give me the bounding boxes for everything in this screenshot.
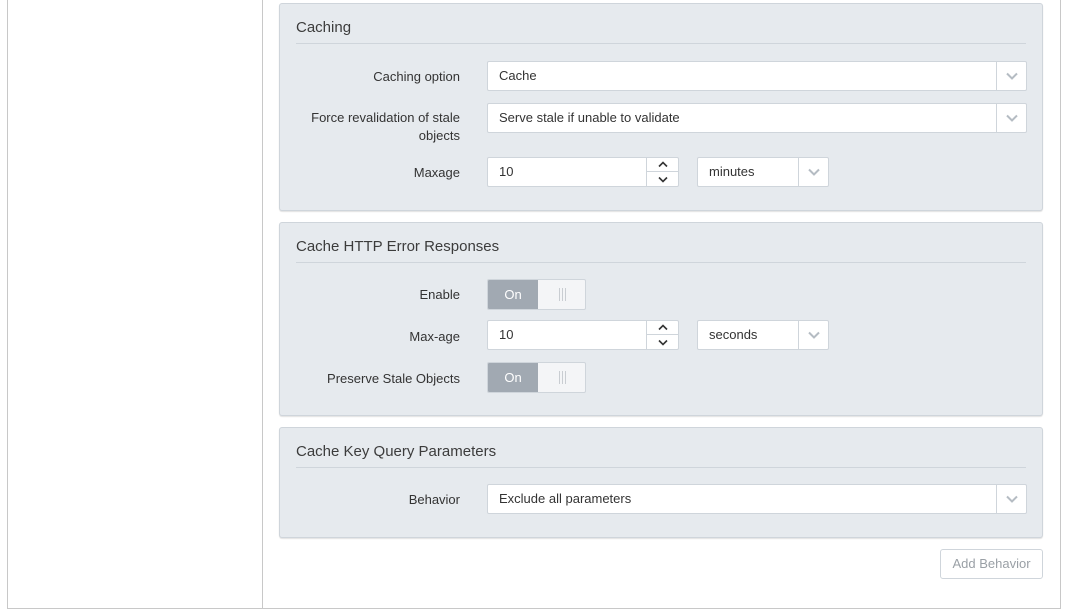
- chevron-down-icon[interactable]: [996, 104, 1026, 132]
- cache-key-panel: Cache Key Query Parameters Behavior Excl…: [279, 427, 1043, 538]
- max-age-unit-select[interactable]: seconds: [697, 320, 829, 350]
- chevron-down-icon[interactable]: [647, 172, 678, 186]
- maxage-value: 10: [499, 164, 514, 179]
- divider: [296, 467, 1026, 468]
- grip-icon: [538, 363, 585, 392]
- behavior-select[interactable]: Exclude all parameters: [487, 484, 1027, 514]
- max-age-stepper[interactable]: 10: [487, 320, 679, 350]
- left-navigation-pane: [7, 0, 263, 608]
- max-age-label: Max-age: [409, 329, 460, 344]
- add-behavior-button[interactable]: Add Behavior: [940, 549, 1043, 579]
- maxage-unit-value: minutes: [709, 164, 755, 179]
- revalidation-value: Serve stale if unable to validate: [499, 110, 680, 125]
- grip-icon: [538, 280, 585, 309]
- enable-label: Enable: [419, 287, 460, 302]
- divider: [296, 262, 1026, 263]
- behavior-value: Exclude all parameters: [499, 491, 632, 506]
- chevron-up-icon[interactable]: [647, 321, 678, 335]
- caching-panel: Caching Caching option Cache Force reval…: [279, 3, 1043, 211]
- chevron-down-icon[interactable]: [798, 321, 828, 349]
- chevron-down-icon[interactable]: [647, 335, 678, 349]
- revalidation-select[interactable]: Serve stale if unable to validate: [487, 103, 1027, 133]
- chevron-down-icon[interactable]: [996, 62, 1026, 90]
- maxage-stepper[interactable]: 10: [487, 157, 679, 187]
- panel-title: Caching: [296, 19, 352, 36]
- toggle-on-label: On: [488, 280, 538, 309]
- max-age-value: 10: [499, 327, 514, 342]
- toggle-on-label: On: [488, 363, 538, 392]
- caching-option-label: Caching option: [373, 69, 460, 84]
- spinner: [646, 158, 678, 186]
- error-responses-panel: Cache HTTP Error Responses Enable On Max…: [279, 222, 1043, 416]
- panel-title: Cache HTTP Error Responses: [296, 238, 500, 255]
- panel-title: Cache Key Query Parameters: [296, 443, 497, 460]
- chevron-down-icon[interactable]: [996, 485, 1026, 513]
- preserve-stale-label: Preserve Stale Objects: [327, 371, 460, 386]
- maxage-unit-select[interactable]: minutes: [697, 157, 829, 187]
- spinner: [646, 321, 678, 349]
- max-age-unit-value: seconds: [709, 327, 758, 342]
- chevron-up-icon[interactable]: [647, 158, 678, 172]
- caching-option-select[interactable]: Cache: [487, 61, 1027, 91]
- preserve-stale-toggle[interactable]: On: [487, 362, 586, 393]
- caching-option-value: Cache: [499, 68, 537, 83]
- behavior-label: Behavior: [408, 492, 460, 507]
- chevron-down-icon[interactable]: [798, 158, 828, 186]
- maxage-label: Maxage: [413, 165, 460, 180]
- divider: [296, 43, 1026, 44]
- revalidation-label: Force revalidation of stale objects: [311, 110, 460, 143]
- enable-toggle[interactable]: On: [487, 279, 586, 310]
